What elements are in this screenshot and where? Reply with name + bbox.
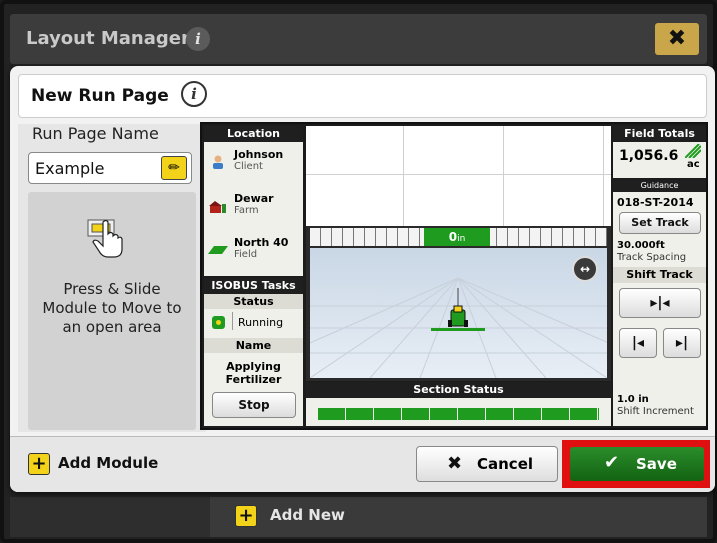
client-label: Client — [234, 161, 263, 172]
task-name-line-1: Applying — [226, 360, 281, 373]
section-status-header: Section Status — [306, 382, 611, 398]
field-totals-value: 1,056.6 — [619, 148, 679, 164]
section-status-bar — [318, 408, 599, 420]
layout-manager-title: Layout Manager — [26, 28, 190, 49]
background-bottom-left — [10, 497, 210, 537]
client-icon — [213, 155, 223, 169]
run-page-name-value: Example — [35, 159, 105, 178]
isobus-header: ISOBUS Tasks — [204, 278, 303, 294]
guidance-header: Guidance — [613, 180, 706, 192]
stop-button[interactable]: Stop — [212, 392, 296, 418]
new-run-page-dialog: New Run Page i Run Page Name Example ✏ P… — [10, 66, 715, 492]
farm-icon — [209, 201, 226, 213]
cancel-x-icon: ✖ — [447, 453, 463, 474]
field-totals-header: Field Totals — [613, 126, 706, 142]
layout-manager-header: Layout Manager i ✖ — [10, 14, 707, 64]
hint-line-2: Module to Move to — [42, 299, 182, 317]
lightbar-unit: in — [457, 234, 466, 244]
save-highlight: ✔ Save — [562, 440, 710, 488]
farm-label: Farm — [234, 205, 259, 216]
view-toggle-arrows-icon[interactable]: ↔ — [572, 256, 598, 282]
save-button[interactable]: ✔ Save — [570, 447, 704, 481]
track-spacing-label: Track Spacing — [617, 252, 687, 263]
track-name: 018-ST-2014 — [617, 196, 694, 209]
shift-track-label: Shift Track — [613, 267, 706, 283]
coverage-icon — [685, 144, 701, 158]
client-name: Johnson — [234, 148, 284, 161]
isobus-status-label: Status — [204, 294, 303, 309]
run-page-name-field[interactable]: Example ✏ — [28, 152, 192, 184]
guidance-module[interactable]: Guidance 018-ST-2014 Set Track 30.000ft … — [613, 180, 706, 426]
shift-right-button[interactable]: ▸| — [663, 328, 701, 358]
dialog-header: New Run Page i — [18, 74, 707, 118]
shift-increment-value: 1.0 in — [617, 394, 649, 405]
farm-name: Dewar — [234, 192, 274, 205]
field-totals-unit: ac — [687, 159, 700, 170]
add-module-plus-icon[interactable]: + — [28, 453, 50, 475]
field-perspective-view — [310, 248, 607, 378]
hint-line-3: an open area — [62, 318, 162, 336]
track-spacing-value: 30.000ft — [617, 240, 665, 251]
set-track-button[interactable]: Set Track — [619, 212, 701, 234]
shift-left-button[interactable]: |◂ — [619, 328, 657, 358]
run-page-preview: Location Johnson Client Dewar Farm North… — [200, 122, 708, 430]
run-page-name-label: Run Page Name — [32, 124, 159, 143]
press-slide-hand-icon — [87, 219, 123, 258]
hint-text: Press & Slide Module to Move to an open … — [28, 280, 196, 337]
field-totals-module[interactable]: Field Totals 1,056.6 ac — [613, 126, 706, 178]
close-button[interactable]: ✖ — [655, 23, 699, 55]
save-check-icon: ✔ — [604, 452, 620, 473]
running-status-icon — [212, 316, 225, 329]
shift-center-button[interactable]: ▸|◂ — [619, 288, 701, 318]
hint-line-1: Press & Slide — [63, 280, 161, 298]
add-new-button[interactable]: Add New — [270, 506, 345, 524]
open-layout-area[interactable] — [306, 126, 611, 226]
location-module[interactable]: Location Johnson Client Dewar Farm North… — [204, 126, 303, 276]
shift-right-icon: ▸| — [675, 335, 689, 351]
status-divider — [232, 312, 233, 330]
isobus-tasks-module[interactable]: ISOBUS Tasks Status Running Name Applyin… — [204, 278, 303, 426]
lightbar-value: 0 — [448, 230, 458, 244]
save-label: Save — [636, 455, 677, 473]
info-icon[interactable]: i — [186, 27, 210, 51]
module-move-hint: Press & Slide Module to Move to an open … — [28, 192, 196, 430]
isobus-status-value: Running — [238, 316, 284, 329]
dialog-title: New Run Page — [31, 86, 169, 106]
isobus-name-value: Applying Fertilizer — [204, 360, 303, 386]
cancel-button[interactable]: ✖ Cancel — [416, 446, 558, 482]
add-new-plus-icon[interactable]: + — [235, 505, 257, 527]
section-status-module[interactable]: Section Status — [306, 382, 611, 426]
add-module-button[interactable]: Add Module — [58, 454, 158, 472]
shift-increment-label: Shift Increment — [617, 406, 694, 417]
edit-pencil-icon[interactable]: ✏ — [161, 156, 187, 180]
cancel-label: Cancel — [477, 455, 534, 473]
task-name-line-2: Fertilizer — [225, 373, 282, 386]
field-icon — [208, 246, 228, 254]
shift-center-icon: ▸|◂ — [650, 295, 670, 311]
field-name: North 40 — [234, 236, 289, 249]
dialog-info-icon[interactable]: i — [181, 81, 207, 107]
location-header: Location — [204, 126, 303, 142]
field-label: Field — [234, 249, 258, 260]
guidance-view-module[interactable]: 0in ↔ — [306, 226, 611, 381]
shift-left-icon: |◂ — [631, 335, 645, 351]
isobus-name-label: Name — [204, 338, 303, 353]
dialog-footer: + Add Module ✖ Cancel ✔ Save — [10, 436, 715, 492]
lightbar-offset: 0in — [424, 228, 490, 246]
